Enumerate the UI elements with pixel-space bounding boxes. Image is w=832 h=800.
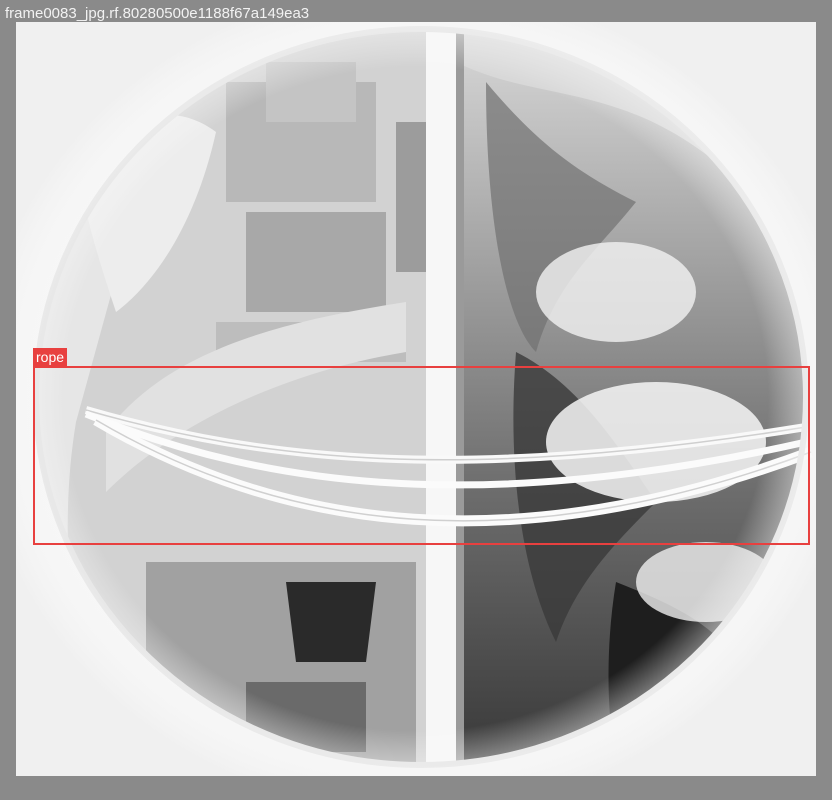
annotated-image-frame: frame0083_jpg.rf.80280500e1188f67a149ea3 [0,0,832,800]
image-filename: frame0083_jpg.rf.80280500e1188f67a149ea3 [5,5,310,22]
rope-bounding-box [33,366,810,545]
rope-box-label: rope [33,348,68,366]
